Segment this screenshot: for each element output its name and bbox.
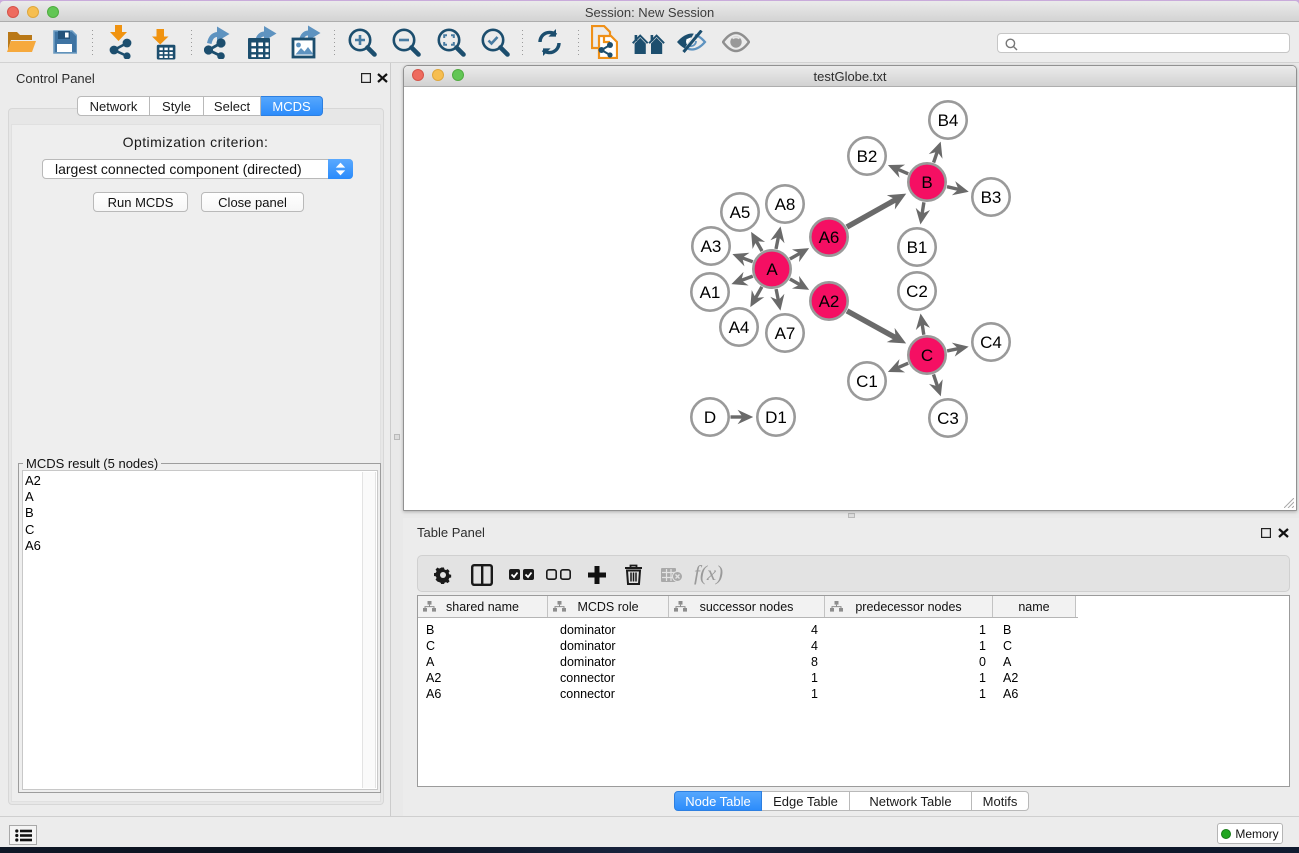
svg-text:A5: A5 (730, 203, 751, 222)
svg-text:C2: C2 (906, 282, 928, 301)
svg-text:A4: A4 (729, 318, 750, 337)
svg-text:A7: A7 (775, 324, 796, 343)
svg-text:C1: C1 (856, 372, 878, 391)
svg-text:A1: A1 (700, 283, 721, 302)
svg-text:A3: A3 (701, 237, 722, 256)
svg-text:A6: A6 (819, 228, 840, 247)
svg-text:B2: B2 (857, 147, 878, 166)
svg-text:B: B (921, 173, 932, 192)
svg-text:C: C (921, 346, 933, 365)
svg-text:B1: B1 (907, 238, 928, 257)
svg-text:A2: A2 (819, 292, 840, 311)
svg-text:A: A (766, 260, 778, 279)
svg-text:D: D (704, 408, 716, 427)
svg-text:D1: D1 (765, 408, 787, 427)
svg-text:B4: B4 (938, 111, 959, 130)
svg-text:C4: C4 (980, 333, 1002, 352)
svg-text:A8: A8 (775, 195, 796, 214)
svg-text:C3: C3 (937, 409, 959, 428)
svg-text:B3: B3 (981, 188, 1002, 207)
